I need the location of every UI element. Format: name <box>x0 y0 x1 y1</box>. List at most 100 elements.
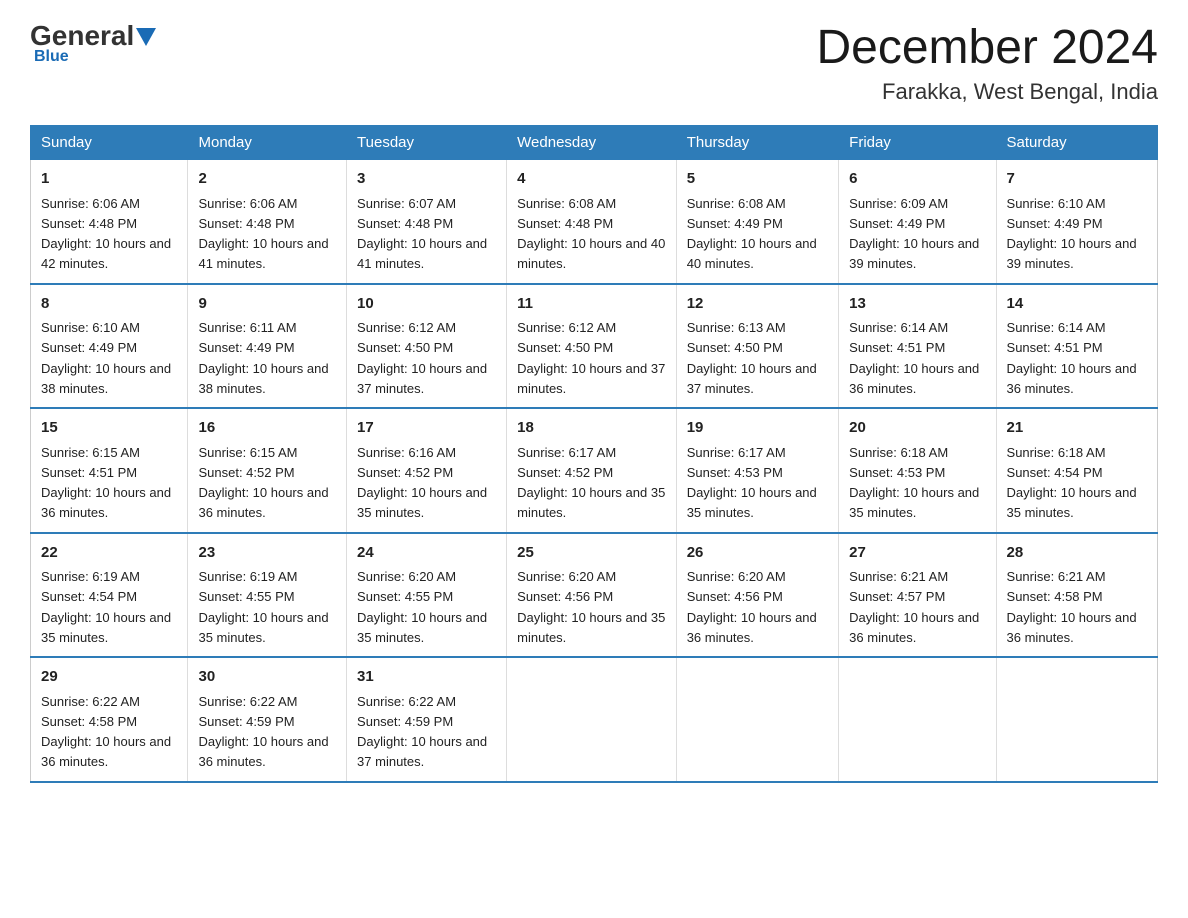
day-info: Sunrise: 6:10 AMSunset: 4:49 PMDaylight:… <box>41 320 171 396</box>
day-info: Sunrise: 6:18 AMSunset: 4:54 PMDaylight:… <box>1007 445 1137 521</box>
logo-triangle-icon <box>136 28 156 46</box>
day-number: 16 <box>198 417 336 440</box>
calendar-week-row: 1Sunrise: 6:06 AMSunset: 4:48 PMDaylight… <box>31 160 1158 284</box>
weekday-header-tuesday: Tuesday <box>347 126 507 160</box>
day-info: Sunrise: 6:15 AMSunset: 4:51 PMDaylight:… <box>41 445 171 521</box>
day-number: 17 <box>357 417 496 440</box>
day-info: Sunrise: 6:21 AMSunset: 4:57 PMDaylight:… <box>849 569 979 645</box>
day-number: 29 <box>41 666 177 689</box>
calendar-cell: 1Sunrise: 6:06 AMSunset: 4:48 PMDaylight… <box>31 160 188 284</box>
calendar-cell: 13Sunrise: 6:14 AMSunset: 4:51 PMDayligh… <box>839 284 996 409</box>
day-info: Sunrise: 6:17 AMSunset: 4:52 PMDaylight:… <box>517 445 665 521</box>
day-number: 23 <box>198 542 336 565</box>
calendar-cell: 27 Sunrise: 6:21 AMSunset: 4:57 PMDayligh… <box>839 533 996 658</box>
weekday-header-friday: Friday <box>839 126 996 160</box>
calendar-cell: 26Sunrise: 6:20 AMSunset: 4:56 PMDayligh… <box>676 533 838 658</box>
day-info: Sunrise: 6:10 AMSunset: 4:49 PMDaylight:… <box>1007 196 1137 272</box>
day-number: 5 <box>687 168 828 191</box>
day-info: Sunrise: 6:20 AMSunset: 4:56 PMDaylight:… <box>517 569 665 645</box>
day-info: Sunrise: 6:06 AMSunset: 4:48 PMDaylight:… <box>41 196 171 272</box>
weekday-header-monday: Monday <box>188 126 347 160</box>
calendar-week-row: 29 Sunrise: 6:22 AMSunset: 4:58 PMDayligh… <box>31 657 1158 782</box>
day-info: Sunrise: 6:22 AMSunset: 4:59 PMDaylight:… <box>357 694 487 770</box>
day-info: Sunrise: 6:07 AMSunset: 4:48 PMDaylight:… <box>357 196 487 272</box>
day-number: 30 <box>198 666 336 689</box>
calendar-cell: 4Sunrise: 6:08 AMSunset: 4:48 PMDaylight… <box>507 160 677 284</box>
calendar-cell <box>676 657 838 782</box>
calendar-cell <box>507 657 677 782</box>
day-number: 12 <box>687 293 828 316</box>
calendar-cell: 11 Sunrise: 6:12 AMSunset: 4:50 PMDayligh… <box>507 284 677 409</box>
day-number: 18 <box>517 417 666 440</box>
calendar-week-row: 22Sunrise: 6:19 AMSunset: 4:54 PMDayligh… <box>31 533 1158 658</box>
day-info: Sunrise: 6:22 AMSunset: 4:58 PMDaylight:… <box>41 694 171 770</box>
day-number: 2 <box>198 168 336 191</box>
day-info: Sunrise: 6:20 AMSunset: 4:56 PMDaylight:… <box>687 569 817 645</box>
weekday-header-row: SundayMondayTuesdayWednesdayThursdayFrid… <box>31 126 1158 160</box>
weekday-header-saturday: Saturday <box>996 126 1157 160</box>
calendar-cell: 7 Sunrise: 6:10 AMSunset: 4:49 PMDaylight… <box>996 160 1157 284</box>
day-number: 20 <box>849 417 985 440</box>
day-number: 7 <box>1007 168 1147 191</box>
day-number: 14 <box>1007 293 1147 316</box>
day-info: Sunrise: 6:17 AMSunset: 4:53 PMDaylight:… <box>687 445 817 521</box>
day-number: 9 <box>198 293 336 316</box>
day-number: 13 <box>849 293 985 316</box>
day-info: Sunrise: 6:12 AMSunset: 4:50 PMDaylight:… <box>517 320 665 396</box>
calendar-cell: 23 Sunrise: 6:19 AMSunset: 4:55 PMDayligh… <box>188 533 347 658</box>
calendar-cell: 12Sunrise: 6:13 AMSunset: 4:50 PMDayligh… <box>676 284 838 409</box>
calendar-cell: 18 Sunrise: 6:17 AMSunset: 4:52 PMDayligh… <box>507 408 677 533</box>
day-number: 21 <box>1007 417 1147 440</box>
calendar-cell: 21 Sunrise: 6:18 AMSunset: 4:54 PMDayligh… <box>996 408 1157 533</box>
day-number: 8 <box>41 293 177 316</box>
day-info: Sunrise: 6:06 AMSunset: 4:48 PMDaylight:… <box>198 196 328 272</box>
day-info: Sunrise: 6:22 AMSunset: 4:59 PMDaylight:… <box>198 694 328 770</box>
calendar-cell: 5 Sunrise: 6:08 AMSunset: 4:49 PMDaylight… <box>676 160 838 284</box>
weekday-header-wednesday: Wednesday <box>507 126 677 160</box>
page-header: General Blue December 2024 Farakka, West… <box>30 20 1158 105</box>
calendar-cell: 17 Sunrise: 6:16 AMSunset: 4:52 PMDayligh… <box>347 408 507 533</box>
calendar-cell: 22Sunrise: 6:19 AMSunset: 4:54 PMDayligh… <box>31 533 188 658</box>
day-number: 28 <box>1007 542 1147 565</box>
calendar-cell: 24 Sunrise: 6:20 AMSunset: 4:55 PMDayligh… <box>347 533 507 658</box>
day-number: 31 <box>357 666 496 689</box>
calendar-cell: 28 Sunrise: 6:21 AMSunset: 4:58 PMDayligh… <box>996 533 1157 658</box>
calendar-cell: 30 Sunrise: 6:22 AMSunset: 4:59 PMDayligh… <box>188 657 347 782</box>
calendar-week-row: 8 Sunrise: 6:10 AMSunset: 4:49 PMDaylight… <box>31 284 1158 409</box>
calendar-cell: 25 Sunrise: 6:20 AMSunset: 4:56 PMDayligh… <box>507 533 677 658</box>
calendar-cell: 9Sunrise: 6:11 AMSunset: 4:49 PMDaylight… <box>188 284 347 409</box>
calendar-cell: 3 Sunrise: 6:07 AMSunset: 4:48 PMDaylight… <box>347 160 507 284</box>
day-info: Sunrise: 6:08 AMSunset: 4:49 PMDaylight:… <box>687 196 817 272</box>
day-info: Sunrise: 6:21 AMSunset: 4:58 PMDaylight:… <box>1007 569 1137 645</box>
day-number: 27 <box>849 542 985 565</box>
day-number: 24 <box>357 542 496 565</box>
logo-blue-text: Blue <box>34 48 69 66</box>
day-info: Sunrise: 6:18 AMSunset: 4:53 PMDaylight:… <box>849 445 979 521</box>
calendar-cell: 6Sunrise: 6:09 AMSunset: 4:49 PMDaylight… <box>839 160 996 284</box>
day-info: Sunrise: 6:20 AMSunset: 4:55 PMDaylight:… <box>357 569 487 645</box>
calendar-cell: 14 Sunrise: 6:14 AMSunset: 4:51 PMDayligh… <box>996 284 1157 409</box>
location-subtitle: Farakka, West Bengal, India <box>816 79 1158 105</box>
calendar-cell <box>839 657 996 782</box>
day-info: Sunrise: 6:09 AMSunset: 4:49 PMDaylight:… <box>849 196 979 272</box>
month-year-title: December 2024 <box>816 20 1158 75</box>
day-info: Sunrise: 6:19 AMSunset: 4:55 PMDaylight:… <box>198 569 328 645</box>
day-info: Sunrise: 6:08 AMSunset: 4:48 PMDaylight:… <box>517 196 665 272</box>
day-info: Sunrise: 6:15 AMSunset: 4:52 PMDaylight:… <box>198 445 328 521</box>
day-info: Sunrise: 6:19 AMSunset: 4:54 PMDaylight:… <box>41 569 171 645</box>
calendar-cell: 19 Sunrise: 6:17 AMSunset: 4:53 PMDayligh… <box>676 408 838 533</box>
logo: General Blue <box>30 20 156 66</box>
calendar-cell: 15 Sunrise: 6:15 AMSunset: 4:51 PMDayligh… <box>31 408 188 533</box>
day-number: 11 <box>517 293 666 316</box>
calendar-cell: 8 Sunrise: 6:10 AMSunset: 4:49 PMDaylight… <box>31 284 188 409</box>
day-info: Sunrise: 6:14 AMSunset: 4:51 PMDaylight:… <box>1007 320 1137 396</box>
calendar-cell: 2 Sunrise: 6:06 AMSunset: 4:48 PMDaylight… <box>188 160 347 284</box>
day-info: Sunrise: 6:12 AMSunset: 4:50 PMDaylight:… <box>357 320 487 396</box>
day-number: 15 <box>41 417 177 440</box>
day-number: 25 <box>517 542 666 565</box>
calendar-cell: 31 Sunrise: 6:22 AMSunset: 4:59 PMDayligh… <box>347 657 507 782</box>
calendar-cell: 20 Sunrise: 6:18 AMSunset: 4:53 PMDayligh… <box>839 408 996 533</box>
day-info: Sunrise: 6:16 AMSunset: 4:52 PMDaylight:… <box>357 445 487 521</box>
day-number: 19 <box>687 417 828 440</box>
day-number: 3 <box>357 168 496 191</box>
